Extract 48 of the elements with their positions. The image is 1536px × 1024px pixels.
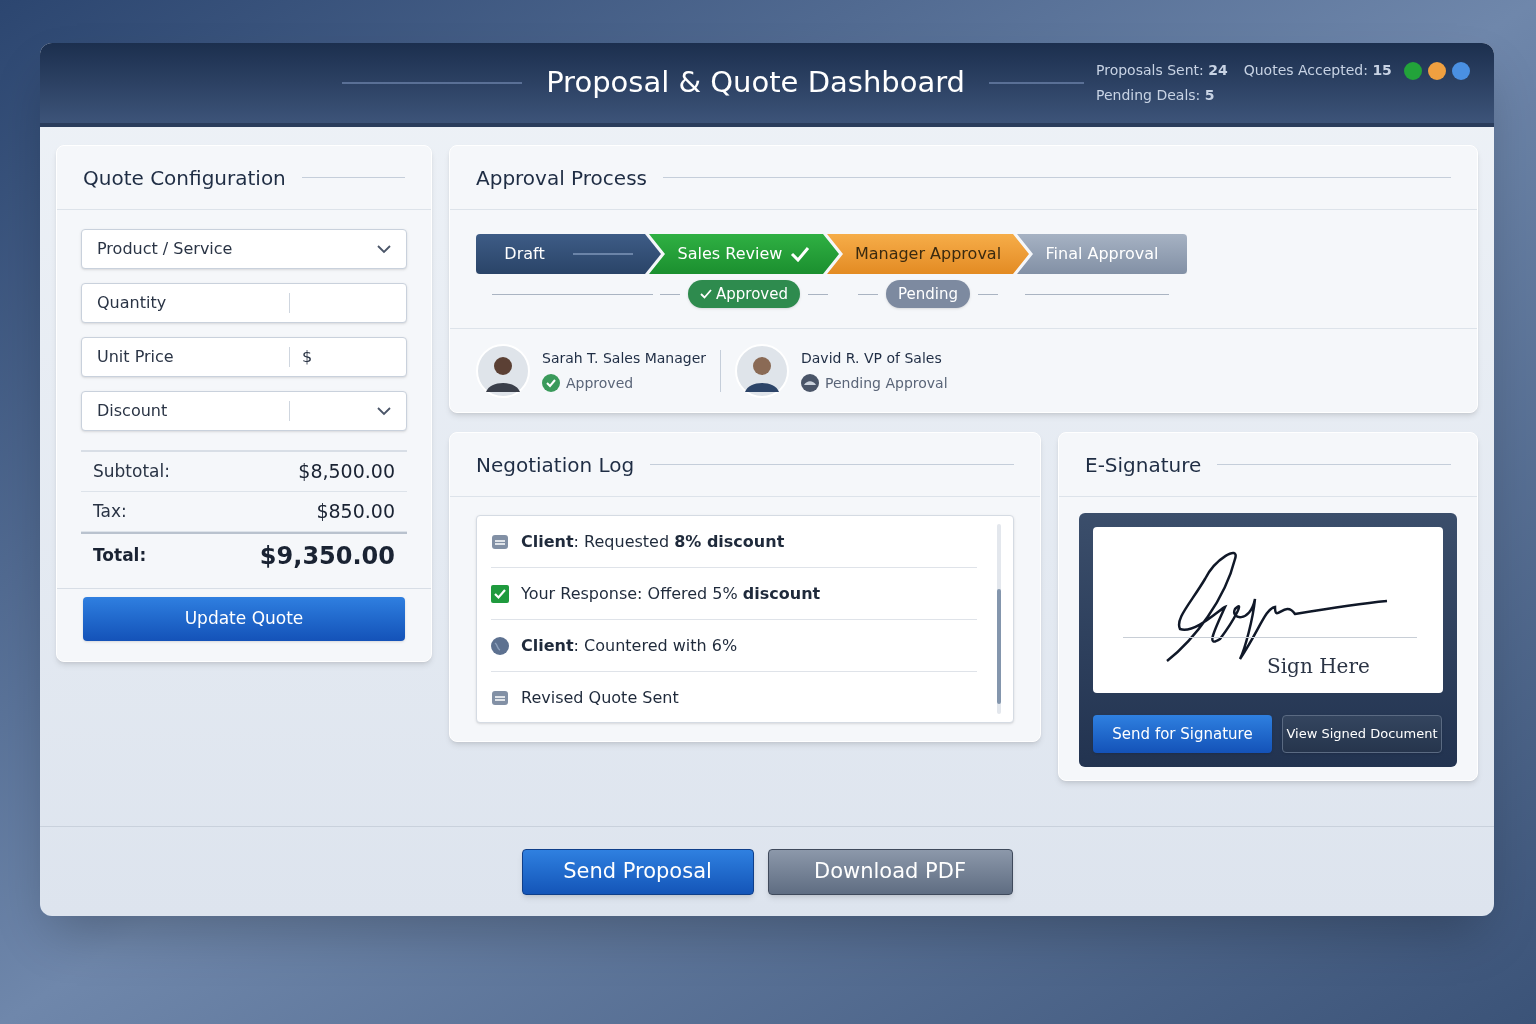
chevron-down-icon	[376, 406, 392, 416]
document-icon	[491, 532, 509, 551]
card-title: Approval Process	[476, 164, 647, 192]
input-field[interactable]: Quantity	[81, 283, 407, 323]
status-badge: Pending	[886, 280, 970, 308]
document-icon	[491, 689, 509, 707]
summary-value: $850.00	[316, 499, 395, 525]
scrollbar[interactable]	[997, 524, 1001, 714]
stat-text: Proposals Sent: 24	[1096, 61, 1228, 80]
summary-label: Tax:	[93, 499, 127, 523]
approver-name: David R. VP of Sales	[801, 348, 943, 368]
card-title: Quote Configuration	[83, 164, 286, 192]
avatar	[735, 343, 789, 398]
update-quote-button[interactable]: Update Quote	[83, 597, 405, 641]
checkbox-icon	[491, 584, 509, 603]
dashboard-title: Proposal & Quote Dashboard	[546, 64, 965, 102]
stat-text: Pending Deals: 5	[1096, 86, 1215, 105]
avatar	[476, 343, 530, 398]
approval-status: Approved	[566, 373, 634, 393]
status-badge: Approved	[688, 280, 800, 308]
send-proposal-button[interactable]: Send Proposal	[521, 848, 754, 895]
process-step[interactable]: Manager Approval	[827, 234, 1029, 274]
send-signature-button[interactable]: Send for Signature	[1093, 715, 1272, 753]
pending-icon	[801, 374, 819, 392]
summary-label: Total:	[93, 544, 147, 568]
log-entry: Revised Quote Sent	[521, 687, 679, 709]
input-field[interactable]: Unit Price $	[81, 337, 407, 377]
card-title: E-Signature	[1085, 451, 1202, 479]
summary-value: $8,500.00	[298, 459, 395, 485]
select-field[interactable]: Discount	[81, 391, 407, 431]
select-field[interactable]: Product / Service	[81, 229, 407, 269]
sign-here-label: Sign Here	[1267, 653, 1370, 680]
card-title: Negotiation Log	[476, 451, 635, 479]
log-entry: Client: Countered with 6%	[521, 634, 738, 657]
download-pdf-button[interactable]: Download PDF	[767, 848, 1013, 895]
view-document-button[interactable]: View Signed Document	[1282, 715, 1442, 753]
log-entry: Client: Requested 8% discount	[521, 530, 785, 553]
summary-label: Subtotal:	[93, 459, 170, 483]
stat-text: Quotes Accepted: 15	[1243, 61, 1392, 80]
approver-name: Sarah T. Sales Manager	[542, 348, 706, 368]
summary-value: $9,350.00	[259, 541, 395, 572]
log-entry: Your Response: Offered 5% discount	[521, 582, 821, 605]
check-icon	[790, 246, 811, 262]
check-circle-icon	[542, 374, 560, 392]
chevron-down-icon	[376, 244, 392, 254]
process-step[interactable]: Draft	[476, 234, 661, 274]
signature-area[interactable]: Sign Here	[1093, 527, 1443, 693]
approval-status: Pending Approval	[825, 373, 948, 393]
